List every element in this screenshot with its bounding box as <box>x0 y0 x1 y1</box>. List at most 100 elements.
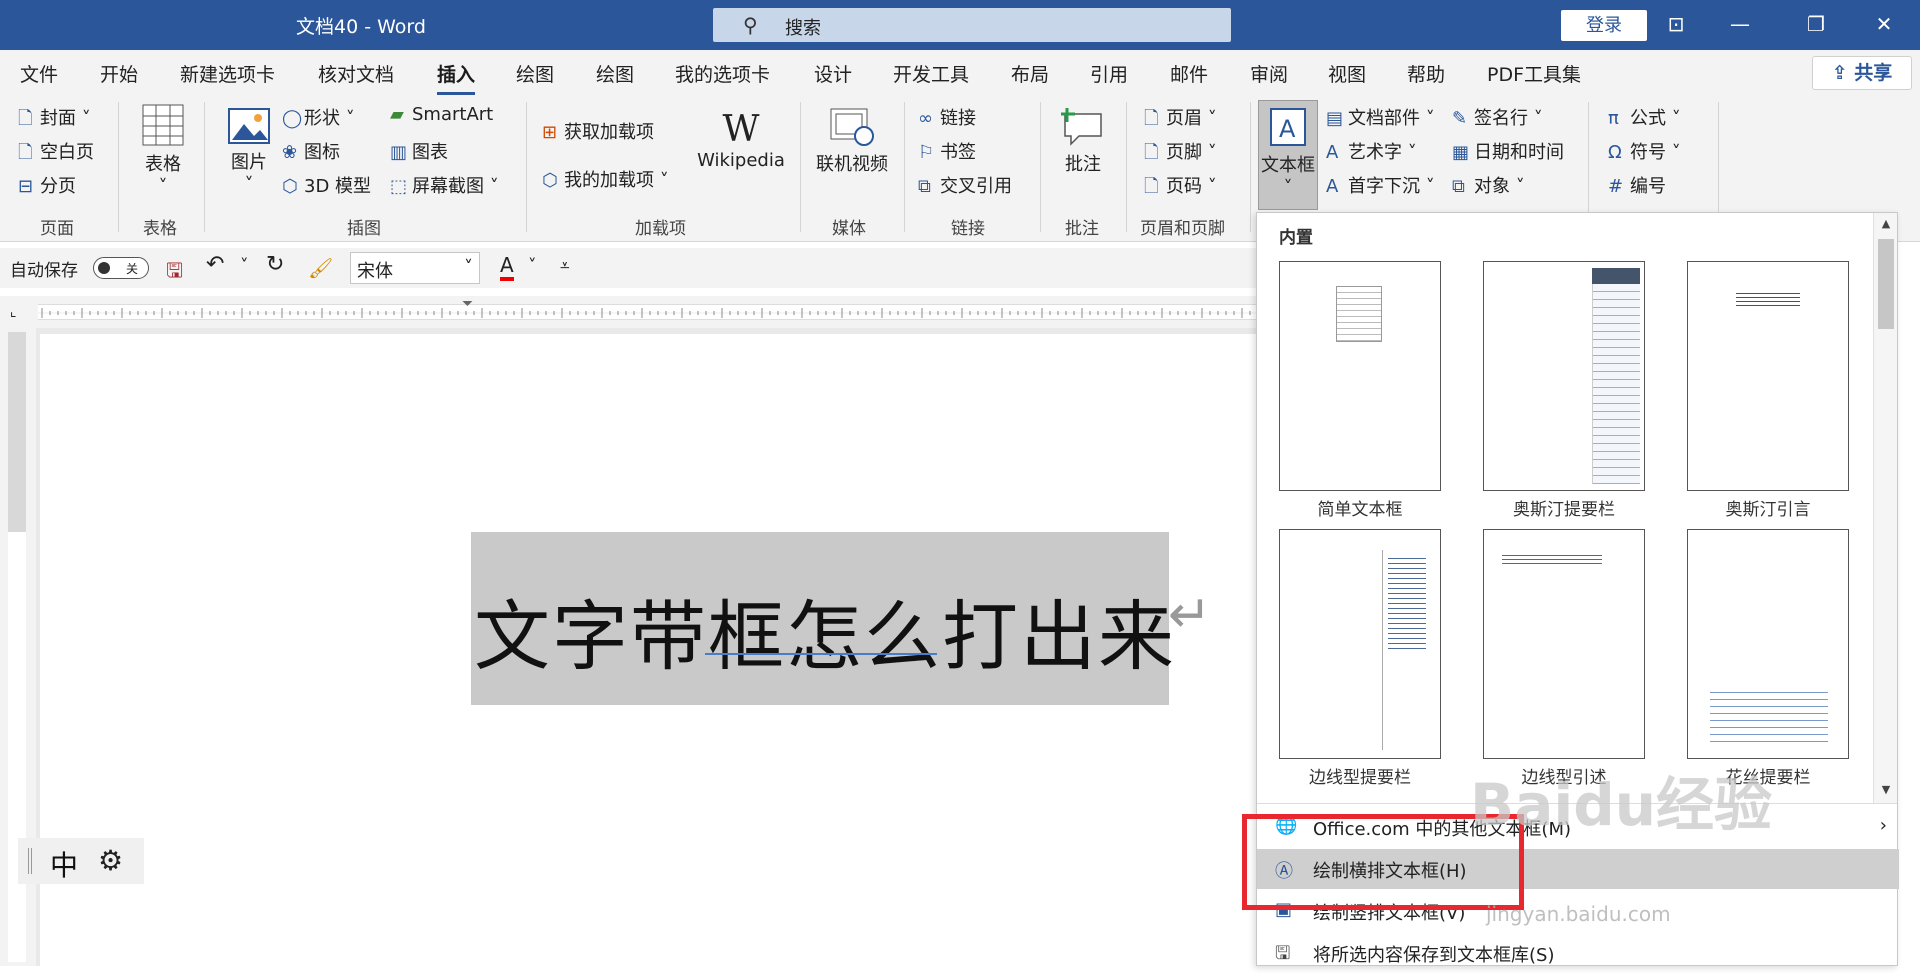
thumb-filigree-sidebar[interactable] <box>1687 529 1849 759</box>
blank-page-button[interactable]: 🗋 空白页 <box>18 138 94 170</box>
tab-draw-2[interactable]: 绘图 <box>596 60 634 87</box>
ribbon-display-icon[interactable]: ⊡ <box>1656 6 1696 42</box>
thumb-preview <box>1336 286 1382 342</box>
picture-button[interactable]: 图片 ˅ <box>224 108 274 195</box>
header-label: 页眉 <box>1166 108 1202 129</box>
wikipedia-button[interactable]: W Wikipedia <box>696 110 786 172</box>
quick-parts-button[interactable]: ▤ 文档部件 ˅ <box>1326 104 1435 130</box>
text-box-button[interactable]: A 文本框 ˅ <box>1258 100 1318 210</box>
wikipedia-label: Wikipedia <box>697 150 785 171</box>
tab-pdf[interactable]: PDF工具集 <box>1487 60 1581 87</box>
tab-stop-icon[interactable]: ⌞ <box>10 304 17 320</box>
page-break-button[interactable]: ⊟ 分页 <box>18 172 76 198</box>
number-button[interactable]: # 编号 <box>1608 172 1666 198</box>
customize-toolbar-icon[interactable]: ⩡ <box>560 256 570 276</box>
close-icon[interactable]: ✕ <box>1864 6 1904 42</box>
drop-cap-button[interactable]: A 首字下沉 ˅ <box>1326 172 1435 198</box>
tab-references[interactable]: 引用 <box>1090 60 1128 87</box>
thumb-simple-textbox[interactable] <box>1279 261 1441 491</box>
comment-button[interactable]: 批注 <box>1058 106 1108 176</box>
text-box-label: 文本框 <box>1261 155 1315 176</box>
thumb-sideline-quote[interactable] <box>1483 529 1645 759</box>
cross-reference-button[interactable]: ⧉ 交叉引用 <box>918 172 1012 198</box>
link-button[interactable]: ∞ 链接 <box>918 104 976 130</box>
smartart-button[interactable]: ▰ SmartArt <box>390 104 493 125</box>
document-title: 文档40 - Word <box>296 16 426 38</box>
minimize-icon[interactable]: — <box>1720 6 1760 42</box>
equation-button[interactable]: π 公式 ˅ <box>1608 104 1681 130</box>
save-icon[interactable]: 🖫 <box>166 256 183 290</box>
thumb-austin-sidebar[interactable] <box>1483 261 1645 491</box>
icons-button[interactable]: ❀ 图标 <box>282 138 340 164</box>
chevron-down-icon: ˅ <box>464 257 473 278</box>
thumb-preview <box>1736 290 1800 308</box>
screenshot-icon: ⬚ <box>390 176 408 197</box>
object-icon: ⧉ <box>1452 176 1465 197</box>
thumb-sideline-sidebar[interactable] <box>1279 529 1441 759</box>
scrollbar-thumb[interactable] <box>1878 239 1894 329</box>
3d-model-button[interactable]: ⬡ 3D 模型 <box>282 172 371 198</box>
link-icon: ∞ <box>918 108 933 129</box>
cover-button[interactable]: 🗋 封面 ˅ <box>18 104 91 136</box>
tab-design[interactable]: 设计 <box>814 60 852 87</box>
font-color-icon[interactable]: A <box>500 253 514 281</box>
wordart-button[interactable]: A 艺术字 ˅ <box>1326 138 1417 164</box>
header-button[interactable]: 🗋 页眉 ˅ <box>1144 104 1217 136</box>
object-button[interactable]: ⧉ 对象 ˅ <box>1452 172 1525 198</box>
bookmark-button[interactable]: ⚐ 书签 <box>918 138 976 164</box>
ime-mode[interactable]: 中 <box>50 844 78 884</box>
comment-icon <box>1061 108 1102 146</box>
scroll-down-icon[interactable]: ▼ <box>1878 783 1894 799</box>
undo-icon[interactable]: ↶ <box>206 252 224 277</box>
get-addins-button[interactable]: ⊞ 获取加载项 <box>542 118 654 144</box>
gallery-scrollbar[interactable]: ▲ ▼ <box>1873 213 1897 803</box>
ruler-track[interactable] <box>38 304 1256 320</box>
table-button[interactable]: 表格 ˅ <box>138 104 188 197</box>
tab-my[interactable]: 我的选项卡 <box>675 60 770 87</box>
tab-view[interactable]: 视图 <box>1328 60 1366 87</box>
tab-review-doc[interactable]: 核对文档 <box>318 60 394 87</box>
symbol-button[interactable]: Ω 符号 ˅ <box>1608 138 1681 164</box>
tab-developer[interactable]: 开发工具 <box>893 60 969 87</box>
tab-home[interactable]: 开始 <box>100 60 138 87</box>
tab-file[interactable]: 文件 <box>20 60 58 87</box>
format-painter-icon[interactable]: 🖌 <box>308 256 333 280</box>
menu-save-to-gallery[interactable]: 🖫 将所选内容保存到文本框库(S) <box>1257 933 1899 973</box>
tab-mailings[interactable]: 邮件 <box>1170 60 1208 87</box>
thumb-austin-quote[interactable] <box>1687 261 1849 491</box>
share-button[interactable]: ⇪ 共享 <box>1812 56 1912 90</box>
my-addins-button[interactable]: ⬡ 我的加载项 ˅ <box>542 166 669 192</box>
tab-new[interactable]: 新建选项卡 <box>180 60 275 87</box>
ime-grip[interactable] <box>28 848 32 874</box>
store-icon: ⊞ <box>542 122 558 143</box>
online-video-button[interactable]: 联机视频 <box>812 108 892 176</box>
chevron-down-icon[interactable]: ˅ <box>528 256 537 276</box>
document-text[interactable]: 文字带框怎么打出来 <box>474 575 1176 685</box>
chart-button[interactable]: ▥ 图表 <box>390 138 448 164</box>
restore-icon[interactable]: ❐ <box>1796 6 1836 42</box>
scroll-up-icon[interactable]: ▲ <box>1878 217 1894 233</box>
indent-marker-icon[interactable]: ⏷ <box>462 296 473 312</box>
signature-line-button[interactable]: ✎ 签名行 ˅ <box>1452 104 1543 130</box>
search-box[interactable]: ⚲ 搜索 <box>713 8 1231 42</box>
redo-icon[interactable]: ↻ <box>266 252 284 277</box>
tab-draw-1[interactable]: 绘图 <box>516 60 554 87</box>
thumb-label: 简单文本框 <box>1317 500 1403 520</box>
tab-insert[interactable]: 插入 <box>437 60 476 95</box>
tab-help[interactable]: 帮助 <box>1407 60 1445 87</box>
symbol-label: 符号 <box>1630 142 1666 163</box>
gear-icon[interactable]: ⚙ <box>98 844 123 877</box>
font-name-select[interactable]: 宋体 ˅ <box>350 252 480 284</box>
login-button[interactable]: 登录 <box>1561 10 1647 41</box>
autosave-toggle[interactable]: 关 <box>93 257 149 279</box>
thumb-preview <box>1388 554 1426 650</box>
footer-button[interactable]: 🗋 页脚 ˅ <box>1144 138 1217 170</box>
tab-layout[interactable]: 布局 <box>1011 60 1049 87</box>
footer-icon: 🗋 <box>1144 142 1159 163</box>
screenshot-button[interactable]: ⬚ 屏幕截图 ˅ <box>390 172 499 198</box>
page-number-button[interactable]: 🗋 页码 ˅ <box>1144 172 1217 204</box>
tab-review[interactable]: 审阅 <box>1250 60 1288 87</box>
shapes-button[interactable]: ◯ 形状 ˅ <box>282 104 355 130</box>
chevron-down-icon[interactable]: ˅ <box>240 256 249 276</box>
date-time-button[interactable]: ▦ 日期和时间 <box>1452 138 1564 164</box>
